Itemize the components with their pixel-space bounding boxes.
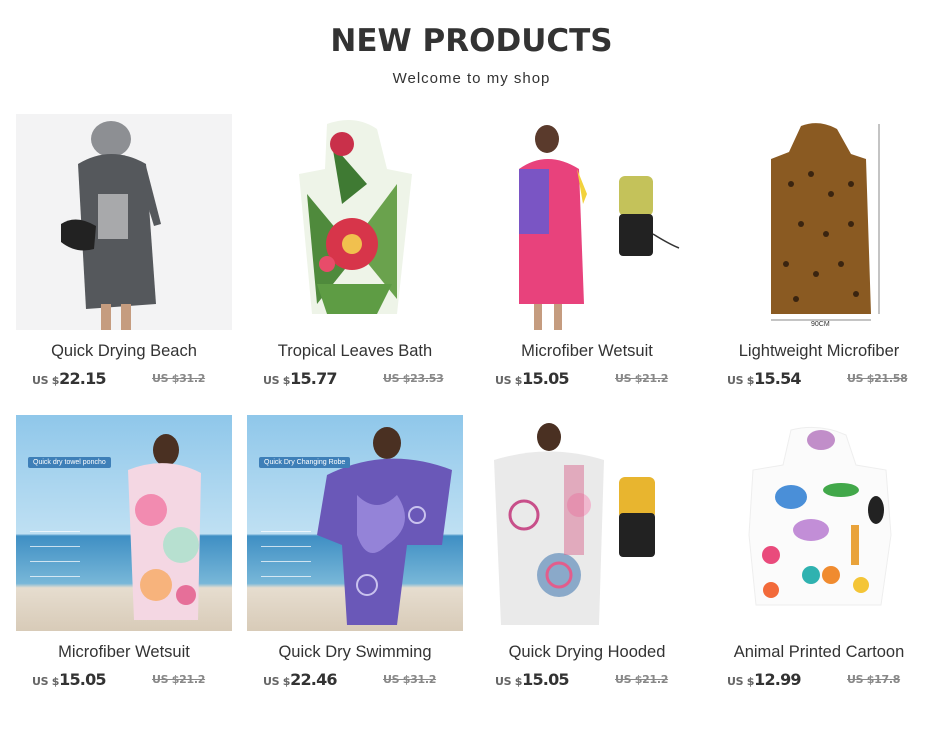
current-price: US $22.15 <box>32 369 107 388</box>
product-card[interactable]: Quick Drying Beach US $22.15 US $31.2 <box>16 114 232 391</box>
price-row: US $22.15 US $31.2 <box>16 369 232 391</box>
price-row: US $15.05 US $21.2 <box>479 670 695 692</box>
original-price: US $31.2 <box>383 673 437 686</box>
current-price: US $15.05 <box>495 369 570 388</box>
image-feature-lines <box>261 531 311 591</box>
product-name[interactable]: Quick Drying Hooded <box>479 643 695 662</box>
original-price: US $31.2 <box>152 372 206 385</box>
product-image-pink-purple-poncho-with-bag[interactable] <box>479 114 695 330</box>
product-card[interactable]: Quick dry towel poncho Microfiber Wetsui… <box>16 415 232 692</box>
original-price: US $23.53 <box>383 372 444 385</box>
product-card[interactable]: Quick Dry Changing Robe Quick Dry Swimmi… <box>247 415 463 692</box>
image-tag: Quick dry towel poncho <box>28 457 111 468</box>
product-name[interactable]: Lightweight Microfiber <box>711 342 927 361</box>
product-image-floral-poncho-beach[interactable]: Quick dry towel poncho <box>16 415 232 631</box>
product-image-animal-cartoon-poncho[interactable] <box>711 415 927 631</box>
original-price: US $21.2 <box>615 372 669 385</box>
product-image-tropical-leaves-poncho[interactable] <box>247 114 463 330</box>
product-name[interactable]: Animal Printed Cartoon <box>711 643 927 662</box>
product-name[interactable]: Quick Dry Swimming <box>247 643 463 662</box>
product-card[interactable]: Quick Drying Hooded US $15.05 US $21.2 <box>479 415 695 692</box>
original-price: US $21.2 <box>152 673 206 686</box>
current-price: US $15.05 <box>495 670 570 689</box>
original-price: US $21.58 <box>847 372 908 385</box>
product-image-purple-swirl-poncho-beach[interactable]: Quick Dry Changing Robe <box>247 415 463 631</box>
price-row: US $15.05 US $21.2 <box>16 670 232 692</box>
price-row: US $15.54 US $21.58 <box>711 369 927 391</box>
product-card[interactable]: 90CM Lightweight Microfiber US $15.54 US… <box>711 114 927 391</box>
product-name[interactable]: Microfiber Wetsuit <box>479 342 695 361</box>
product-card[interactable]: Animal Printed Cartoon US $12.99 US $17.… <box>711 415 927 692</box>
current-price: US $15.05 <box>32 670 107 689</box>
current-price: US $22.46 <box>263 670 338 689</box>
product-image-circles-poncho-with-bag[interactable] <box>479 415 695 631</box>
svg-text:90CM: 90CM <box>811 321 830 328</box>
product-name[interactable]: Quick Drying Beach <box>16 342 232 361</box>
original-price: US $21.2 <box>615 673 669 686</box>
current-price: US $12.99 <box>727 670 802 689</box>
product-name[interactable]: Tropical Leaves Bath <box>247 342 463 361</box>
original-price: US $17.8 <box>847 673 901 686</box>
product-image-leopard-print-poncho[interactable]: 90CM <box>711 114 927 330</box>
image-tag: Quick Dry Changing Robe <box>259 457 351 468</box>
product-card[interactable]: Tropical Leaves Bath US $15.77 US $23.53 <box>247 114 463 391</box>
price-row: US $15.77 US $23.53 <box>247 369 463 391</box>
product-name[interactable]: Microfiber Wetsuit <box>16 643 232 662</box>
image-feature-lines <box>30 531 80 591</box>
current-price: US $15.54 <box>727 369 802 388</box>
price-row: US $12.99 US $17.8 <box>711 670 927 692</box>
price-row: US $22.46 US $31.2 <box>247 670 463 692</box>
price-row: US $15.05 US $21.2 <box>479 369 695 391</box>
product-image-grey-hooded-poncho[interactable] <box>16 114 232 330</box>
product-grid: Quick Drying Beach US $22.15 US $31.2 Tr… <box>0 0 943 729</box>
product-card[interactable]: Microfiber Wetsuit US $15.05 US $21.2 <box>479 114 695 391</box>
current-price: US $15.77 <box>263 369 338 388</box>
